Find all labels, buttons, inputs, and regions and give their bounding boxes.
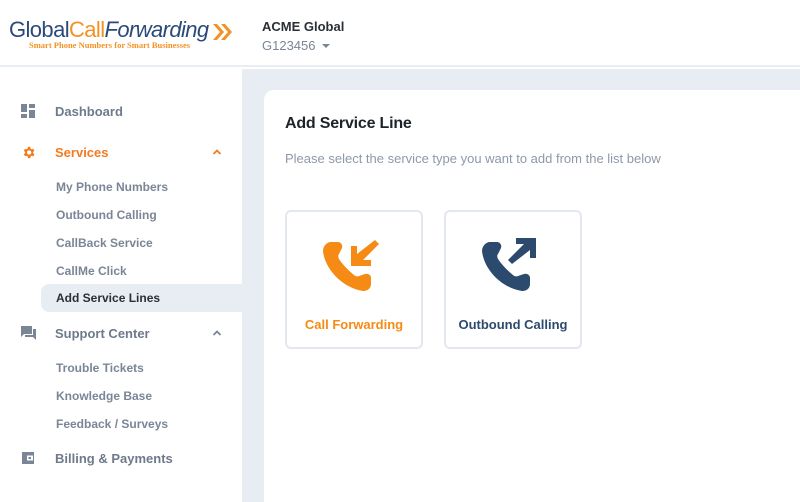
sidebar-subitem-label: My Phone Numbers: [56, 180, 169, 194]
chevron-up-icon[interactable]: [212, 147, 222, 157]
service-card-label: Outbound Calling: [458, 317, 568, 332]
service-card-label: Call Forwarding: [304, 317, 404, 332]
sidebar-subitem-label: Trouble Tickets: [56, 361, 144, 375]
wallet-icon: [20, 450, 36, 466]
logo-part-global: Global: [9, 17, 70, 42]
outgoing-call-icon: [482, 238, 536, 291]
sidebar-item-billing-payments[interactable]: Billing & Payments: [0, 444, 242, 472]
account-id-dropdown[interactable]: G123456: [262, 37, 344, 55]
sidebar-subitem-trouble-tickets[interactable]: Trouble Tickets: [41, 354, 242, 382]
sidebar-subitem-label: Add Service Lines: [56, 291, 161, 305]
account-switcher[interactable]: ACME Global G123456: [262, 19, 344, 55]
forum-icon: [20, 325, 36, 341]
sidebar-item-support-center[interactable]: Support Center: [0, 319, 242, 347]
incoming-call-icon: [323, 240, 379, 291]
service-card-call-forwarding[interactable]: Call Forwarding: [285, 210, 423, 349]
add-service-line-panel: Add Service Line Please select the servi…: [264, 90, 800, 502]
chevron-up-icon[interactable]: [212, 328, 222, 338]
sidebar-subitem-label: Outbound Calling: [56, 208, 157, 222]
account-name: ACME Global: [262, 19, 345, 34]
sidebar-item-services[interactable]: Services: [0, 138, 242, 166]
sidebar-subitem-callme-click[interactable]: CallMe Click: [41, 257, 242, 285]
sidebar-item-dashboard[interactable]: Dashboard: [0, 97, 242, 125]
logo-part-call: Call: [69, 17, 105, 42]
service-card-outbound-calling[interactable]: Outbound Calling: [444, 210, 582, 349]
page-title: Add Service Line: [285, 115, 412, 132]
sidebar-subitem-label: Knowledge Base: [56, 389, 153, 403]
top-header: GlobalCallForwarding Smart Phone Numbers…: [0, 0, 800, 67]
sidebar-item-label: Billing & Payments: [55, 450, 173, 466]
gear-icon: [20, 144, 36, 160]
page-subtitle: Please select the service type you want …: [285, 151, 661, 166]
caret-down-icon: [321, 44, 330, 48]
logo-chevrons-icon: [213, 24, 232, 40]
sidebar-subitem-my-phone-numbers[interactable]: My Phone Numbers: [41, 173, 242, 201]
sidebar-subitem-add-service-lines[interactable]: Add Service Lines: [41, 284, 242, 312]
sidebar-item-label: Support Center: [55, 325, 150, 341]
sidebar: Dashboard Services My Phone Numbers Outb…: [0, 69, 242, 502]
logo-tagline: Smart Phone Numbers for Smart Businesses: [29, 40, 191, 50]
brand-logo[interactable]: GlobalCallForwarding Smart Phone Numbers…: [9, 18, 239, 54]
sidebar-item-label: Services: [55, 144, 109, 160]
sidebar-subitem-feedback-surveys[interactable]: Feedback / Surveys: [41, 410, 242, 438]
sidebar-subitem-knowledge-base[interactable]: Knowledge Base: [41, 382, 242, 410]
sidebar-item-label: Dashboard: [55, 103, 123, 119]
dashboard-icon: [20, 103, 36, 119]
sidebar-subitem-outbound-calling[interactable]: Outbound Calling: [41, 201, 242, 229]
sidebar-subitem-callback-service[interactable]: CallBack Service: [41, 229, 242, 257]
logo-wordmark: GlobalCallForwarding: [9, 18, 209, 42]
sidebar-subitem-label: CallBack Service: [56, 236, 153, 250]
sidebar-subitem-label: CallMe Click: [56, 264, 127, 278]
sidebar-subitem-label: Feedback / Surveys: [56, 417, 169, 431]
logo-part-forwarding: Forwarding: [104, 17, 210, 42]
account-id: G123456: [262, 38, 316, 53]
